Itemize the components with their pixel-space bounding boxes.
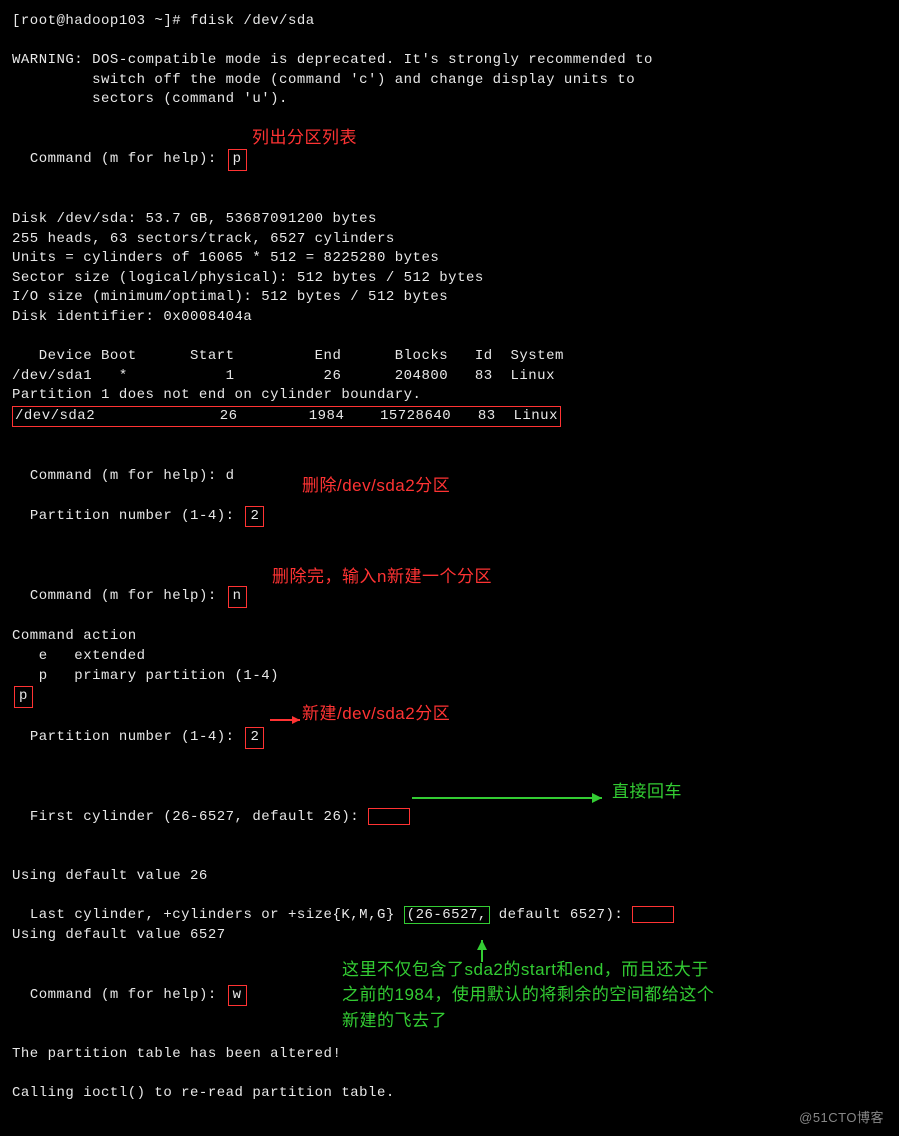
blank bbox=[12, 328, 887, 348]
first-cyl-line: First cylinder (26-6527, default 26): 直接… bbox=[12, 788, 887, 867]
partition-row2-wrap: /dev/sda2 26 1984 15728640 83 Linux bbox=[12, 406, 887, 428]
warning-l2: switch off the mode (command 'c') and ch… bbox=[12, 71, 887, 91]
cmd-prompt: Command (m for help): bbox=[30, 151, 226, 167]
disk-info-2: 255 heads, 63 sectors/track, 6527 cylind… bbox=[12, 230, 887, 250]
last-cyl-range-box: (26-6527, bbox=[404, 906, 490, 924]
arrow-green-enter bbox=[412, 790, 612, 806]
cmd-action: Command action bbox=[12, 627, 887, 647]
part-num-prompt: Partition number (1-4): bbox=[30, 729, 244, 745]
cmd-line-p: Command (m for help): p 列出分区列表 bbox=[12, 130, 887, 191]
blank bbox=[12, 110, 887, 130]
cmd-line-n: Command (m for help): n 删除完，输入n新建一个分区 bbox=[12, 567, 887, 628]
annot-new-partition: 删除完，输入n新建一个分区 bbox=[272, 565, 492, 589]
blank bbox=[12, 1065, 887, 1085]
cmd-input-p[interactable]: p bbox=[228, 149, 247, 171]
partition-header: Device Boot Start End Blocks Id System bbox=[12, 347, 887, 367]
last-cyl-pre: Last cylinder, +cylinders or +size{K,M,G… bbox=[30, 907, 404, 923]
part-num-prompt: Partition number (1-4): bbox=[30, 508, 244, 524]
first-cyl-text: First cylinder (26-6527, default 26): bbox=[30, 809, 359, 825]
annot-list-partitions: 列出分区列表 bbox=[252, 126, 357, 150]
partition-row1: /dev/sda1 * 1 26 204800 83 Linux bbox=[12, 367, 887, 387]
using-default-26: Using default value 26 bbox=[12, 867, 887, 887]
p-input[interactable]: p bbox=[14, 686, 33, 708]
warning-l1: WARNING: DOS-compatible mode is deprecat… bbox=[12, 51, 887, 71]
shell-prompt: [root@hadoop103 ~]# fdisk /dev/sda bbox=[12, 12, 887, 32]
disk-info-5: I/O size (minimum/optimal): 512 bytes / … bbox=[12, 288, 887, 308]
cmd-input-w[interactable]: w bbox=[228, 985, 247, 1007]
cmd-input-n[interactable]: n bbox=[228, 586, 247, 608]
annot-create-sda2: 新建/dev/sda2分区 bbox=[302, 702, 450, 726]
part-num-input-2b[interactable]: 2 bbox=[245, 727, 264, 749]
cmd-prompt: Command (m for help): bbox=[30, 987, 226, 1003]
cmd-line-w: Command (m for help): w 这里不仅包含了sda2的star… bbox=[12, 965, 887, 1045]
annot-enter: 直接回车 bbox=[612, 780, 682, 804]
last-cyl-input[interactable] bbox=[632, 906, 674, 923]
disk-info-4: Sector size (logical/physical): 512 byte… bbox=[12, 269, 887, 289]
last-cyl-line: Last cylinder, +cylinders or +size{K,M,G… bbox=[12, 886, 887, 925]
using-default-6527: Using default value 6527 bbox=[12, 926, 887, 946]
disk-info-1: Disk /dev/sda: 53.7 GB, 53687091200 byte… bbox=[12, 210, 887, 230]
ioctl-line: Calling ioctl() to re-read partition tab… bbox=[12, 1084, 887, 1104]
partition-row2-box: /dev/sda2 26 1984 15728640 83 Linux bbox=[12, 406, 561, 428]
blank bbox=[12, 190, 887, 210]
part-num-input-2[interactable]: 2 bbox=[245, 506, 264, 528]
action-p: p primary partition (1-4) bbox=[12, 667, 887, 687]
cmd-prompt: Command (m for help): bbox=[30, 468, 226, 484]
disk-info-3: Units = cylinders of 16065 * 512 = 82252… bbox=[12, 249, 887, 269]
blank bbox=[12, 427, 887, 447]
blank bbox=[12, 1104, 887, 1124]
warning-l3: sectors (command 'u'). bbox=[12, 90, 887, 110]
last-cyl-post: default 6527): bbox=[490, 907, 632, 923]
altered-line: The partition table has been altered! bbox=[12, 1045, 887, 1065]
watermark: @51CTO博客 bbox=[799, 1109, 884, 1127]
annot-delete-sda2: 删除/dev/sda2分区 bbox=[302, 474, 450, 498]
disk-info-6: Disk identifier: 0x0008404a bbox=[12, 308, 887, 328]
part-num-line: Partition number (1-4): 2 删除/dev/sda2分区 bbox=[12, 486, 887, 547]
blank bbox=[12, 32, 887, 52]
action-e: e extended bbox=[12, 647, 887, 667]
cmd-prompt: Command (m for help): bbox=[30, 588, 226, 604]
first-cyl-input[interactable] bbox=[368, 808, 410, 825]
part-num-line2: Partition number (1-4): 2 新建/dev/sda2分区 bbox=[12, 708, 887, 788]
partition-note: Partition 1 does not end on cylinder bou… bbox=[12, 386, 887, 406]
cmd-input-d[interactable]: d bbox=[226, 468, 235, 484]
annot-explain: 这里不仅包含了sda2的start和end，而且还大于 之前的1984，使用默认… bbox=[342, 957, 714, 1034]
